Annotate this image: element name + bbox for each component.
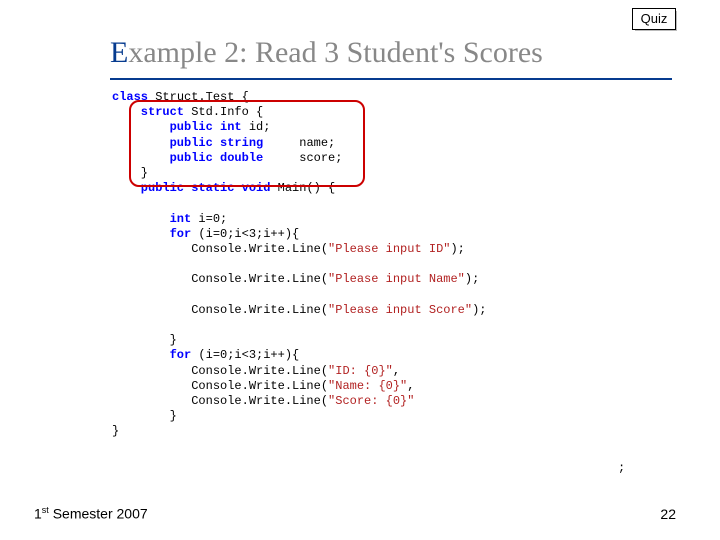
code-text: Console.Write.Line(	[112, 272, 328, 286]
footer-num: 1	[34, 506, 42, 522]
code-text: }	[112, 166, 148, 180]
code-text: ,	[393, 364, 400, 378]
string-literal: "ID: {0}"	[328, 364, 393, 378]
code-text: );	[450, 242, 464, 256]
string-literal: "Please input Name"	[328, 272, 465, 286]
string-literal: "Please input ID"	[328, 242, 450, 256]
code-text: }	[112, 333, 177, 347]
title-rest: xample 2: Read 3 Student's Scores	[128, 36, 543, 69]
string-literal: "Name: {0}"	[328, 379, 407, 393]
keyword: class	[112, 90, 148, 104]
code-text: Console.Write.Line(	[112, 379, 328, 393]
code-block: class Struct.Test { struct Std.Info { pu…	[112, 90, 682, 440]
keyword: public double	[112, 151, 263, 165]
code-text: (i=0;i<3;i++){	[191, 348, 299, 362]
keyword: struct	[112, 105, 184, 119]
keyword: public string	[112, 136, 263, 150]
page-number: 22	[660, 506, 676, 522]
string-literal: "Score: {0}"	[328, 394, 414, 408]
stray-semicolon: ;	[618, 461, 625, 475]
code-text: }	[112, 424, 119, 438]
slide-title: Example 2: Read 3 Student's Scores	[110, 36, 543, 70]
code-text: Std.Info {	[184, 105, 263, 119]
quiz-badge: Quiz	[632, 8, 676, 30]
title-dropcap: E	[110, 36, 128, 69]
code-text: name;	[263, 136, 335, 150]
code-text: }	[112, 409, 177, 423]
keyword: public int	[112, 120, 242, 134]
code-text: );	[465, 272, 479, 286]
footer-text: Semester 2007	[49, 506, 148, 522]
keyword: for	[112, 227, 191, 241]
quiz-label: Quiz	[632, 8, 676, 30]
code-text: Console.Write.Line(	[112, 364, 328, 378]
code-text: Main() {	[270, 181, 335, 195]
string-literal: "Please input Score"	[328, 303, 472, 317]
footer-semester: 1st Semester 2007	[34, 505, 148, 522]
title-underline	[110, 78, 672, 80]
keyword: for	[112, 348, 191, 362]
code-text: Console.Write.Line(	[112, 303, 328, 317]
code-text: Console.Write.Line(	[112, 242, 328, 256]
keyword: int	[112, 212, 191, 226]
footer-ordinal: st	[42, 505, 49, 515]
code-text: Struct.Test {	[148, 90, 249, 104]
code-text: Console.Write.Line(	[112, 394, 328, 408]
code-text: id;	[242, 120, 271, 134]
code-text: score;	[263, 151, 342, 165]
keyword: public static void	[112, 181, 270, 195]
code-text: i=0;	[191, 212, 227, 226]
code-text: ,	[407, 379, 414, 393]
code-text: );	[472, 303, 486, 317]
code-text: (i=0;i<3;i++){	[191, 227, 299, 241]
